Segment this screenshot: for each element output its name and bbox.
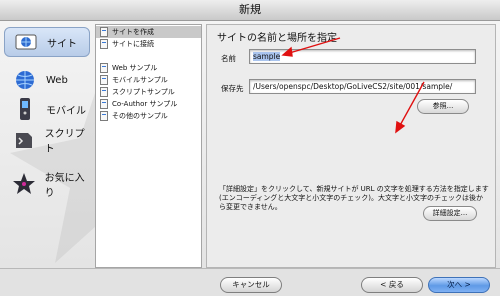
category-label: モバイル [46, 105, 86, 117]
location-label: 保存先 [221, 84, 244, 93]
list-item-create-site[interactable]: サイトを作成 [96, 26, 201, 38]
category-label: スクリプト [44, 129, 85, 155]
name-label: 名前 [221, 54, 236, 63]
document-icon [100, 111, 108, 121]
category-label: Web [46, 74, 68, 86]
document-icon [100, 27, 108, 37]
list-item-coauthor-sample[interactable]: Co-Author サンプル [96, 98, 201, 110]
window-title: 新規 [0, 0, 500, 21]
mobile-phone-icon [12, 97, 38, 121]
dialog-footer: キャンセル < 戻る 次へ > [0, 268, 500, 296]
category-favorites[interactable]: お気に入り [4, 169, 92, 199]
document-icon [100, 75, 108, 85]
template-list: サイトを作成 サイトに接続 Web サンプル モバイルサンプル スクリプトサンプ… [95, 24, 202, 268]
list-item-label: その他のサンプル [112, 112, 168, 120]
list-item-connect-site[interactable]: サイトに接続 [96, 38, 201, 50]
document-icon [100, 87, 108, 97]
cancel-button[interactable]: キャンセル [220, 277, 282, 293]
list-item-other-sample[interactable]: その他のサンプル [96, 110, 201, 122]
category-web[interactable]: Web [4, 65, 92, 95]
document-icon [100, 63, 108, 73]
browse-button[interactable]: 参照... [417, 99, 469, 114]
category-site[interactable]: サイト [4, 27, 90, 57]
globe-web-icon [12, 68, 38, 92]
advanced-settings-button[interactable]: 詳細設定... [423, 206, 477, 221]
list-item-script-sample[interactable]: スクリプトサンプル [96, 86, 201, 98]
list-item-label: サイトを作成 [112, 28, 154, 36]
next-button[interactable]: 次へ > [428, 277, 490, 293]
category-script[interactable]: スクリプト [4, 125, 92, 155]
back-button[interactable]: < 戻る [361, 277, 423, 293]
document-icon [100, 39, 108, 49]
new-dialog-window: 新規 サイト Web モバイル スクリプト お気に入り サイトを作成 サイトに接… [0, 0, 500, 296]
list-item-mobile-sample[interactable]: モバイルサンプル [96, 74, 201, 86]
list-item-label: Co-Author サンプル [112, 100, 178, 108]
category-mobile[interactable]: モバイル [4, 94, 92, 124]
category-sidebar: サイト Web モバイル スクリプト お気に入り [0, 21, 95, 268]
globe-site-icon [13, 30, 39, 54]
site-name-field[interactable]: sample [249, 49, 476, 64]
save-location-field[interactable]: /Users/openspc/Desktop/GoLiveCS2/site/00… [249, 79, 476, 94]
panel-title: サイトの名前と場所を指定 [217, 33, 337, 44]
list-item-label: モバイルサンプル [112, 76, 168, 84]
site-name-value: sample [253, 52, 281, 61]
category-label: サイト [47, 38, 77, 50]
list-item-label: サイトに接続 [112, 40, 154, 48]
favorite-star-icon [12, 172, 37, 196]
script-icon [12, 128, 37, 152]
category-label: お気に入り [44, 173, 85, 199]
list-item-web-sample[interactable]: Web サンプル [96, 62, 201, 74]
site-settings-panel: サイトの名前と場所を指定 名前 sample 保存先 /Users/opensp… [206, 24, 496, 268]
list-item-label: スクリプトサンプル [112, 88, 175, 96]
document-icon [100, 99, 108, 109]
list-item-label: Web サンプル [112, 64, 158, 72]
